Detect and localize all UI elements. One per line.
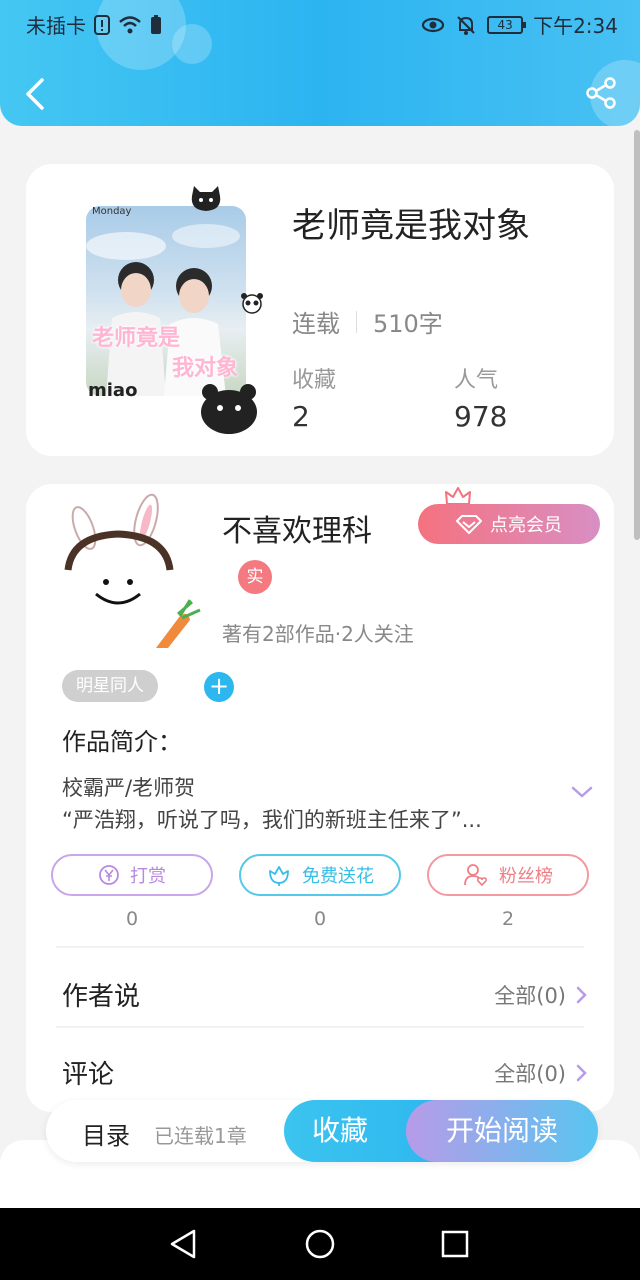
start-reading-button[interactable]: 开始阅读 (406, 1100, 598, 1162)
bear-sticker-icon (201, 384, 257, 434)
category-tag[interactable]: 明星同人 (62, 670, 158, 702)
system-nav-bar (0, 1208, 640, 1280)
comments-all-label: 全部(0) (494, 1062, 566, 1086)
cover-title-line1: 老师竟是 (92, 326, 181, 351)
send-flower-button[interactable]: 免费送花 (239, 854, 401, 896)
add-tag-button[interactable]: + (204, 672, 234, 702)
wifi-icon (119, 15, 141, 33)
intro-line-2: “严浩翔，听说了吗，我们的新班主任来了”... (62, 808, 482, 832)
fan-ranking-label: 粉丝榜 (499, 866, 553, 887)
flower-count: 0 (313, 908, 327, 930)
bottom-action-bar: 目录 已连载1章 收藏 开始阅读 (46, 1100, 598, 1162)
book-cover[interactable]: 老师竟是 我对象 miao Monday (72, 184, 263, 436)
word-count: 510字 (373, 310, 443, 338)
send-flower-label: 免费送花 (302, 866, 374, 887)
author-card: 不喜欢理科 点亮会员 实 著有2部作品·2人关注 明星同人 + 作品简介： 校霸… (26, 484, 614, 1112)
intro-heading: 作品简介： (62, 728, 182, 756)
fan-count: 2 (501, 908, 515, 930)
status-bar: 未插卡 43 下午2:34 (0, 0, 640, 44)
verified-badge: 实 (238, 560, 272, 594)
comments-all-link[interactable]: 全部(0) (494, 1058, 588, 1088)
flower-icon (269, 866, 289, 886)
eye-icon (421, 17, 445, 32)
diamond-icon (456, 515, 482, 534)
user-heart-icon (464, 864, 488, 887)
serial-status: 连载 (292, 310, 340, 338)
tip-count: 0 (125, 908, 139, 930)
tip-label: 打赏 (130, 866, 166, 887)
favorites-count: 2 (292, 400, 310, 433)
popularity-label: 人气 (454, 368, 499, 393)
book-info-card: 老师竟是 我对象 miao Monday 老师竟是我对象 连载 510字 收藏 … (26, 164, 614, 456)
toc-button[interactable]: 目录 (82, 1116, 130, 1151)
back-arrow-icon[interactable] (20, 74, 52, 114)
nav-back-icon[interactable] (168, 1228, 198, 1260)
author-avatar[interactable] (62, 490, 212, 650)
cat-sticker-icon (191, 186, 221, 211)
comments-title[interactable]: 评论 (62, 1054, 114, 1091)
sim-alert-icon (94, 14, 110, 35)
battery-level: 43 (487, 15, 527, 34)
nav-home-icon[interactable] (304, 1228, 336, 1260)
book-title: 老师竟是我对象 (292, 206, 530, 246)
chevron-right-icon (576, 986, 587, 1004)
share-icon[interactable] (584, 76, 618, 110)
author-says-all-label: 全部(0) (494, 984, 566, 1008)
scrollbar[interactable] (634, 130, 640, 540)
book-meta: 连载 510字 (292, 304, 443, 339)
carrier-text: 未插卡 (26, 14, 86, 38)
cover-brand: miao (88, 380, 138, 401)
phone-battery-icon (151, 14, 161, 34)
divider (56, 1026, 584, 1028)
popularity-count: 978 (454, 400, 508, 433)
meta-divider (356, 310, 357, 333)
vip-button[interactable]: 点亮会员 (418, 504, 600, 544)
author-says-title[interactable]: 作者说 (62, 976, 140, 1013)
mute-bell-icon (457, 15, 475, 35)
top-header: 未插卡 43 下午2:34 (0, 0, 640, 126)
author-stats: 著有2部作品·2人关注 (222, 622, 414, 646)
favorites-label: 收藏 (292, 368, 337, 393)
author-name[interactable]: 不喜欢理科 (222, 506, 372, 550)
clock-text: 下午2:34 (533, 14, 618, 38)
intro-line-1: 校霸严/老师贺 (62, 776, 196, 800)
panda-sticker-icon (241, 293, 263, 314)
nav-recents-icon[interactable] (440, 1229, 470, 1259)
fan-ranking-button[interactable]: 粉丝榜 (427, 854, 589, 896)
expand-chevron-icon[interactable] (570, 784, 594, 800)
chevron-right-icon (576, 1064, 587, 1082)
author-says-all-link[interactable]: 全部(0) (494, 980, 588, 1010)
divider (56, 946, 584, 948)
yuan-coin-icon (99, 865, 119, 885)
vip-label: 点亮会员 (490, 515, 562, 536)
tip-button[interactable]: 打赏 (51, 854, 213, 896)
cover-badge: Monday (92, 206, 132, 217)
cover-title-line2: 我对象 (172, 356, 239, 381)
chapter-count: 已连载1章 (154, 1124, 247, 1148)
